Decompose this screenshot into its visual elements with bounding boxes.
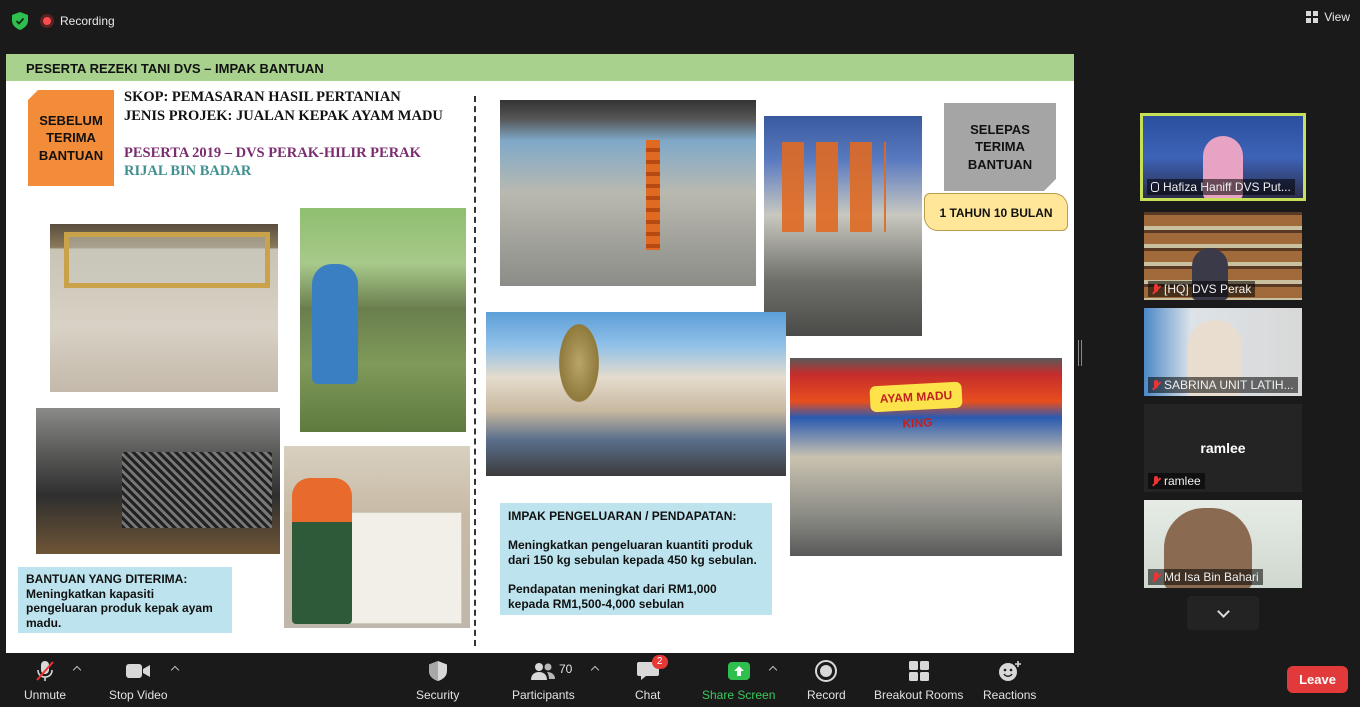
impact-income-2: kepada RM1,500-4,000 sebulan: [508, 597, 685, 611]
breakout-rooms-icon: [908, 661, 929, 681]
participants-icon: [531, 663, 556, 680]
reactions-emoji-icon: [998, 661, 1021, 681]
security-button[interactable]: Security: [416, 657, 459, 702]
participant-name: ramlee: [1164, 474, 1201, 488]
participant-display-name: ramlee: [1200, 440, 1246, 456]
video-tile-hafiza[interactable]: Hafiza Haniff DVS Put...: [1140, 113, 1306, 201]
grid-view-icon: [1306, 11, 1319, 23]
video-options-caret[interactable]: [170, 665, 180, 675]
mic-off-icon: [1152, 571, 1160, 583]
before-badge: SEBELUM TERIMA BANTUAN: [28, 90, 114, 186]
photo-man-with-freezer: [284, 446, 470, 628]
mic-off-icon: [1152, 379, 1160, 391]
assistance-box: BANTUAN YANG DITERIMA: Meningkatkan kapa…: [18, 567, 232, 633]
video-tile-ramlee[interactable]: ramlee ramlee: [1144, 404, 1302, 492]
stop-video-button[interactable]: Stop Video: [109, 657, 168, 702]
chevron-down-icon: [1216, 604, 1230, 618]
photo-old-grill: [36, 408, 280, 554]
photo-street-market: [486, 312, 786, 476]
chat-button[interactable]: 2 Chat: [635, 655, 668, 702]
chat-unread-badge: 2: [651, 655, 668, 669]
assistance-title: BANTUAN YANG DITERIMA:: [26, 572, 188, 586]
mic-off-icon: [1152, 283, 1160, 295]
impact-box: IMPAK PENGELUARAN / PENDAPATAN: Meningka…: [500, 503, 772, 615]
video-tile-hq-dvs-perak[interactable]: [HQ] DVS Perak: [1144, 212, 1302, 300]
recording-indicator[interactable]: Recording: [40, 10, 115, 32]
after-badge: SELEPAS TERIMA BANTUAN: [944, 103, 1056, 191]
breakout-rooms-button[interactable]: Breakout Rooms: [874, 657, 963, 702]
gallery-scroll-down-button[interactable]: [1187, 596, 1259, 630]
recording-icon: [40, 14, 54, 28]
shield-check-icon[interactable]: [12, 12, 28, 30]
impact-production: Meningkatkan pengeluaran kuantiti produk…: [508, 538, 757, 567]
video-camera-icon: [126, 664, 151, 678]
duration-label: 1 TAHUN 10 BULAN: [924, 193, 1068, 231]
assistance-body: Meningkatkan kapasiti pengeluaran produk…: [26, 586, 213, 630]
mic-muted-icon: [36, 661, 54, 681]
resize-handle[interactable]: [1078, 340, 1082, 366]
recording-label: Recording: [60, 14, 115, 28]
project-scope: SKOP: PEMASARAN HASIL PERTANIAN JENIS PR…: [124, 89, 443, 124]
participant-name: [HQ] DVS Perak: [1164, 282, 1252, 296]
shared-screen-slide: PESERTA REZEKI TANI DVS – IMPAK BANTUAN …: [6, 54, 1074, 653]
participant-name: Hafiza Haniff DVS Put...: [1163, 180, 1291, 194]
participant-name: Md Isa Bin Bahari: [1164, 570, 1259, 584]
kiosk-sign: AYAM MADU KING: [869, 381, 963, 431]
photo-hanging-chicken-wings: [764, 116, 922, 336]
participants-options-caret[interactable]: [590, 665, 600, 675]
leave-button[interactable]: Leave: [1287, 666, 1348, 693]
participant-year: PESERTA 2019 – DVS PERAK-HILIR PERAK: [124, 145, 421, 161]
participants-count: 70: [559, 662, 573, 676]
photo-old-freezer: [50, 224, 278, 392]
view-button[interactable]: View: [1306, 10, 1350, 24]
participant-name: SABRINA UNIT LATIH...: [1164, 378, 1294, 392]
meeting-toolbar: Unmute Stop Video Security Participants …: [0, 655, 1360, 707]
reactions-button[interactable]: Reactions: [983, 657, 1036, 702]
record-icon: [815, 660, 838, 682]
video-tile-sabrina[interactable]: SABRINA UNIT LATIH...: [1144, 308, 1302, 396]
share-screen-icon: [727, 662, 750, 680]
audio-options-caret[interactable]: [72, 665, 82, 675]
video-tile-md-isa[interactable]: Md Isa Bin Bahari: [1144, 500, 1302, 588]
record-button[interactable]: Record: [807, 657, 846, 702]
speaking-icon: [1151, 182, 1159, 192]
mic-off-icon: [1152, 475, 1160, 487]
participant-name: RIJAL BIN BADAR: [124, 163, 252, 179]
security-shield-icon: [428, 661, 447, 681]
slide-header: PESERTA REZEKI TANI DVS – IMPAK BANTUAN: [6, 54, 1074, 81]
view-label: View: [1324, 10, 1350, 24]
photo-ayam-madu-kiosk: AYAM MADU KING: [790, 358, 1062, 556]
unmute-button[interactable]: Unmute: [24, 657, 66, 702]
share-screen-button[interactable]: Share Screen: [702, 657, 775, 702]
photo-grilling-stall: [500, 100, 756, 286]
impact-income-1: Pendapatan meningkat dari RM1,000: [508, 582, 717, 596]
photo-man-with-blender: [300, 208, 466, 432]
dashed-divider: [474, 96, 476, 646]
impact-title: IMPAK PENGELUARAN / PENDAPATAN:: [508, 509, 737, 523]
